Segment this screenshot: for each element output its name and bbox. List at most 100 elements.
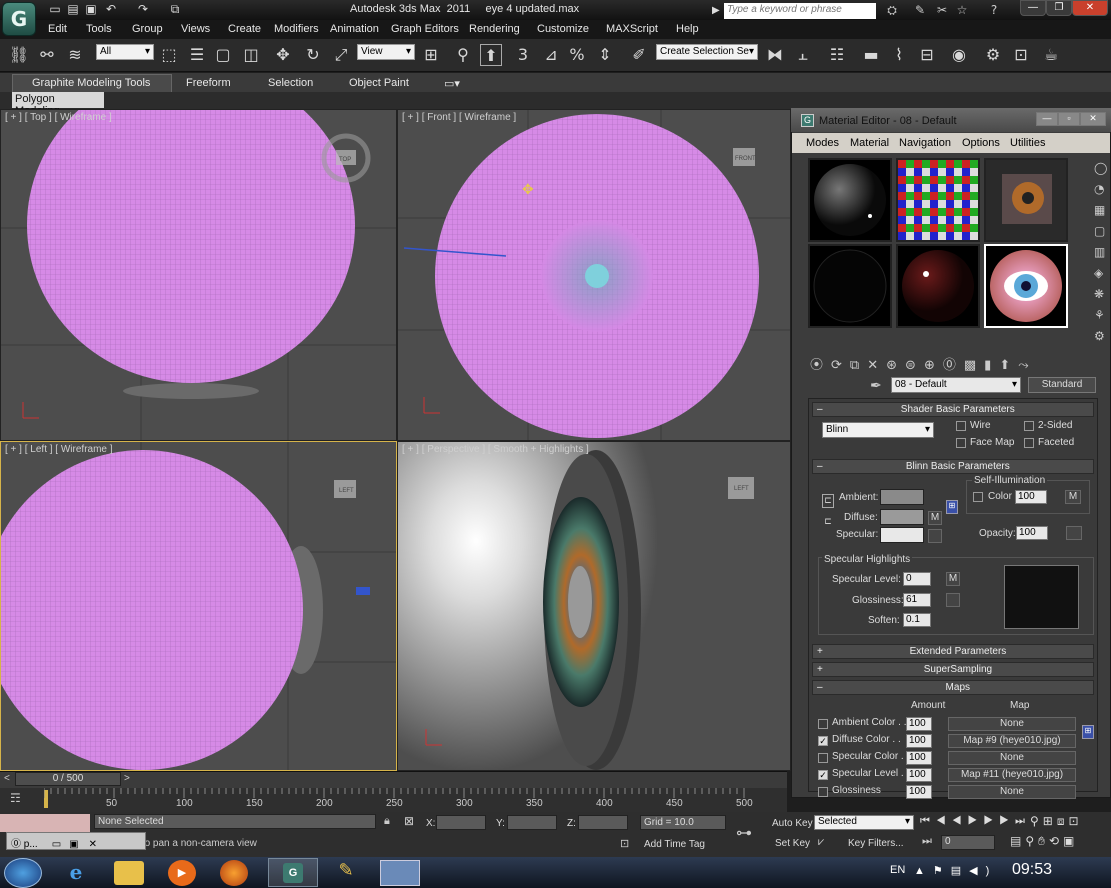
mini-restore-icon[interactable]: ▭	[52, 839, 61, 850]
viewport-top-label[interactable]: [ + ] [ Top ] [ Wireframe ]	[5, 112, 112, 123]
app-logo-button[interactable]: G	[2, 2, 36, 36]
extended-params-rollout[interactable]: + Extended Parameters	[812, 644, 1094, 659]
specular-color-swatch[interactable]	[880, 527, 924, 543]
set-key-button[interactable]: Set Key	[775, 838, 810, 849]
move-icon[interactable]: ✥	[272, 44, 294, 66]
map-amount-field[interactable]: 100	[906, 768, 932, 782]
select-manipulate-icon[interactable]: ⚲	[452, 44, 474, 66]
map-slot-button[interactable]: Map #11 (heye010.jpg)	[948, 768, 1076, 782]
opacity-map-button[interactable]	[1066, 526, 1082, 540]
material-name-field[interactable]: 08 - Default ▾	[891, 377, 1021, 393]
angle-snap-icon[interactable]: ⊿	[540, 44, 562, 66]
map-enable-checkbox[interactable]: ✓	[818, 736, 828, 746]
window-crossing-icon[interactable]: ◫	[240, 44, 262, 66]
bind-space-warp-icon[interactable]: ≋	[64, 44, 86, 66]
image-viewer-icon[interactable]	[380, 860, 420, 886]
redo-icon[interactable]: ↷	[136, 2, 150, 16]
material-editor-icon[interactable]: ◉	[948, 44, 970, 66]
zoom-icon[interactable]: ⚲	[1030, 814, 1043, 828]
rendered-frame-icon[interactable]: ⊡	[1010, 44, 1032, 66]
reference-coord-dropdown[interactable]: View ▾	[357, 44, 415, 60]
menu-tools[interactable]: Tools	[86, 23, 112, 35]
put-to-scene-icon[interactable]: ⟳	[831, 358, 850, 373]
selection-filter-dropdown[interactable]: All ▾	[96, 44, 154, 60]
lock-ambient-diffuse-icon[interactable]: ⊏	[822, 494, 834, 508]
mini-max-icon[interactable]: ▣	[69, 839, 78, 850]
tab-freeform[interactable]: Freeform	[186, 77, 231, 89]
media-player-icon[interactable]: ▶	[168, 860, 196, 886]
undo-icon[interactable]: ↶	[104, 2, 118, 16]
material-slot-5[interactable]	[896, 244, 980, 328]
material-editor-maximize[interactable]: ▫	[1058, 112, 1080, 126]
key-mode-toggle-icon[interactable]: ⏭	[922, 835, 932, 848]
specular-map-button[interactable]	[928, 529, 942, 543]
taskbar-3dsmax-button[interactable]: G	[268, 858, 318, 887]
material-slot-3[interactable]	[984, 158, 1068, 242]
map-amount-field[interactable]: 100	[906, 734, 932, 748]
y-coord-field[interactable]	[507, 815, 557, 830]
map-enable-checkbox[interactable]	[818, 719, 828, 729]
map-slot-button[interactable]: None	[948, 751, 1076, 765]
specular-level-map-button[interactable]: M	[946, 572, 960, 586]
polygon-modeling-panel[interactable]: Polygon Modeling	[12, 92, 104, 117]
supersampling-rollout[interactable]: + SuperSampling	[812, 662, 1094, 677]
map-slot-button[interactable]: None	[948, 717, 1076, 731]
go-sibling-icon[interactable]: ⤳	[1018, 358, 1036, 373]
go-end-icon[interactable]: ⏭	[1015, 815, 1031, 827]
schematic-view-icon[interactable]: ⊟	[916, 44, 938, 66]
edit-named-selection-icon[interactable]: ✐	[628, 44, 650, 66]
go-parent-icon[interactable]: ⬆	[999, 358, 1018, 373]
close-button[interactable]: ✕	[1072, 0, 1108, 16]
reset-map-icon[interactable]: ✕	[867, 358, 886, 373]
viewport-perspective-label[interactable]: [ + ] [ Perspective ] [ Smooth + Highlig…	[402, 444, 589, 455]
language-indicator[interactable]: EN	[890, 864, 905, 876]
background-icon[interactable]: ▦	[1094, 200, 1108, 221]
menu-graph-editors[interactable]: Graph Editors	[391, 23, 459, 35]
set-key-icon[interactable]: ⊶	[736, 823, 752, 843]
current-frame-field[interactable]: 0	[941, 835, 995, 850]
viewport-front-label[interactable]: [ + ] [ Front ] [ Wireframe ]	[402, 112, 516, 123]
mat-menu-modes[interactable]: Modes	[806, 137, 839, 149]
opacity-value[interactable]: 100	[1016, 526, 1048, 540]
material-id-icon[interactable]: ⓪	[943, 358, 964, 373]
play-icon[interactable]: ▶	[968, 815, 984, 827]
key-filter-icon[interactable]: ⩗	[818, 836, 824, 849]
eyedropper-icon[interactable]: ✒	[870, 377, 882, 394]
map-amount-field[interactable]: 100	[906, 785, 932, 799]
show-map-icon[interactable]: ▩	[964, 358, 984, 373]
map-amount-field[interactable]: 100	[906, 717, 932, 731]
lock-diffuse-specular-icon[interactable]: ⊏	[822, 516, 834, 530]
project-folder-icon[interactable]: ⧉	[168, 2, 182, 16]
keyboard-shortcut-override-icon[interactable]: ⬆	[480, 44, 502, 66]
mat-menu-navigation[interactable]: Navigation	[899, 137, 951, 149]
glossiness-map-button[interactable]	[946, 593, 960, 607]
zoom-extents-all-icon[interactable]: ⊡	[1069, 814, 1083, 828]
time-prev-icon[interactable]: <	[4, 773, 14, 784]
firefox-icon[interactable]	[220, 860, 248, 886]
explorer-folder-icon[interactable]	[114, 861, 144, 885]
z-coord-field[interactable]	[578, 815, 628, 830]
get-material-icon[interactable]: ⦿	[810, 358, 831, 373]
menu-group[interactable]: Group	[132, 23, 163, 35]
percent-snap-icon[interactable]: %	[566, 44, 588, 66]
minimized-window-tab[interactable]: ⓪ p... ▭ ▣ ✕	[6, 832, 146, 850]
map-slot-button[interactable]: None	[948, 785, 1076, 799]
graphite-toggle-icon[interactable]: ▬	[860, 44, 882, 66]
glossiness-value[interactable]: 61	[903, 593, 931, 607]
options-icon[interactable]: ❋	[1094, 284, 1108, 305]
map-enable-checkbox[interactable]	[818, 753, 828, 763]
menu-animation[interactable]: Animation	[330, 23, 379, 35]
diffuse-color-swatch[interactable]	[880, 509, 924, 525]
maps-rollout[interactable]: – Maps	[812, 680, 1094, 695]
ambient-color-swatch[interactable]	[880, 489, 924, 505]
render-setup-icon[interactable]: ⚙	[982, 44, 1004, 66]
viewport-front[interactable]: FRONT ✥ [ + ] [ Front ] [ Wireframe ]	[397, 109, 791, 441]
maps-lock-icon[interactable]: ⊞	[1082, 725, 1094, 739]
put-library-icon[interactable]: ⊕	[924, 358, 943, 373]
rotate-icon[interactable]: ↻	[302, 44, 324, 66]
material-slot-2[interactable]	[896, 158, 980, 242]
subscription-icon[interactable]: ✂	[934, 2, 950, 18]
key-mode-dropdown[interactable]: Selected ▾	[814, 815, 914, 830]
selection-lock-icon[interactable]: 🔒︎	[384, 815, 390, 828]
open-file-icon[interactable]: ▤	[66, 2, 80, 16]
